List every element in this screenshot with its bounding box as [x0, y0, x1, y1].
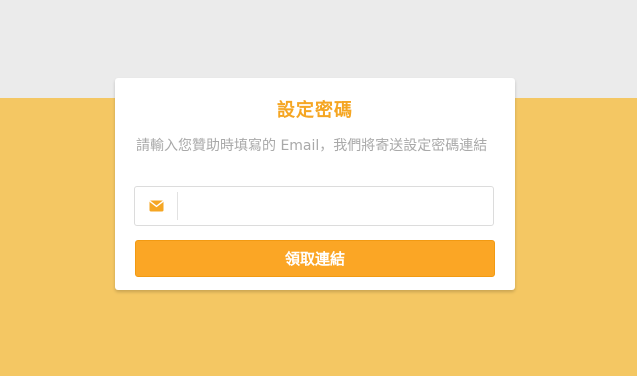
get-link-button[interactable]: 領取連結: [135, 240, 495, 277]
email-input-group: [134, 186, 494, 226]
envelope-icon: [135, 192, 178, 220]
set-password-card: 設定密碼 請輸入您贊助時填寫的 Email，我們將寄送設定密碼連結 領取連結: [115, 78, 515, 290]
card-title: 設定密碼: [277, 100, 353, 121]
card-description: 請輸入您贊助時填寫的 Email，我們將寄送設定密碼連結: [136, 138, 488, 154]
email-field[interactable]: [178, 188, 493, 224]
